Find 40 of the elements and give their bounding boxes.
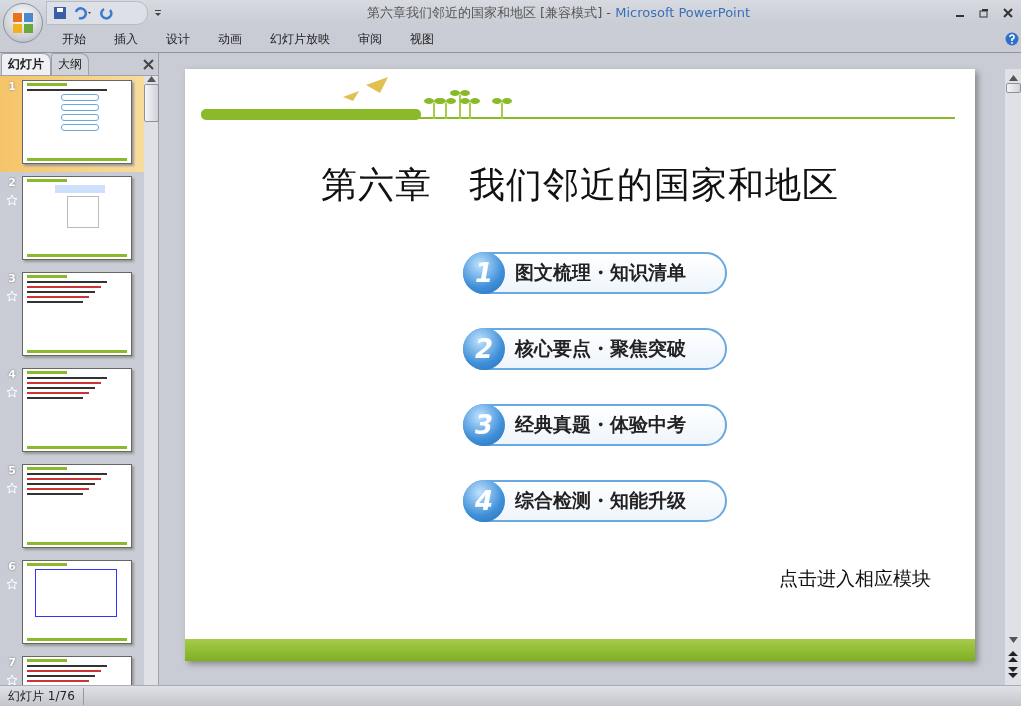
scroll-up-icon[interactable] xyxy=(1008,75,1018,81)
restore-icon[interactable] xyxy=(979,8,989,18)
save-icon[interactable] xyxy=(53,6,67,20)
slide-thumbnail[interactable] xyxy=(22,464,132,548)
office-button[interactable] xyxy=(3,3,43,43)
redo-icon[interactable] xyxy=(99,6,113,20)
ribbon-tab[interactable]: 动画 xyxy=(204,27,256,51)
module-link-button[interactable]: 1 图文梳理・知识清单 xyxy=(463,252,727,294)
hint-text: 点击进入相应模块 xyxy=(779,566,931,591)
scroll-up-icon[interactable] xyxy=(146,76,156,82)
slide-counter: 幻灯片 1/76 xyxy=(0,687,84,705)
ribbon-tab[interactable]: 审阅 xyxy=(344,27,396,51)
next-slide-icon[interactable] xyxy=(1008,667,1018,679)
ribbon-tab[interactable]: 插入 xyxy=(100,27,152,51)
ribbon-tab[interactable]: 幻灯片放映 xyxy=(256,27,344,51)
logo-icon xyxy=(12,12,34,34)
ribbon-tab[interactable]: 开始 xyxy=(48,27,100,51)
window-title: 第六章我们邻近的国家和地区 [兼容模式] - Microsoft PowerPoint xyxy=(365,4,752,22)
help-icon[interactable] xyxy=(1005,32,1019,46)
title-separator: - xyxy=(606,5,612,20)
module-link-button[interactable]: 4 综合检测・知能升级 xyxy=(463,480,727,522)
module-link-button[interactable]: 3 经典真题・体验中考 xyxy=(463,404,727,446)
previous-slide-icon[interactable] xyxy=(1008,651,1018,663)
scrollbar-thumb[interactable] xyxy=(1005,83,1021,93)
slide-thumbnail[interactable] xyxy=(22,80,132,164)
scroll-down-icon[interactable] xyxy=(1008,637,1018,643)
ribbon-tab[interactable]: 视图 xyxy=(396,27,448,51)
slide-thumbnail[interactable] xyxy=(22,368,132,452)
ribbon-tab[interactable]: 设计 xyxy=(152,27,204,51)
undo-icon[interactable] xyxy=(73,6,93,20)
customize-caret-icon[interactable] xyxy=(154,9,162,17)
slide-title: 第六章 我们邻近的国家和地区 xyxy=(321,163,839,207)
panel-tab[interactable]: 大纲 xyxy=(51,53,89,75)
slide-thumbnail[interactable] xyxy=(22,176,132,260)
slide-thumbnail[interactable] xyxy=(22,560,132,644)
module-link-button[interactable]: 2 核心要点・聚焦突破 xyxy=(463,328,727,370)
slide-thumbnail[interactable] xyxy=(22,272,132,356)
slide-number: 1 xyxy=(8,80,16,93)
panel-tab[interactable]: 幻灯片 xyxy=(1,53,51,75)
close-icon[interactable] xyxy=(1003,8,1013,18)
